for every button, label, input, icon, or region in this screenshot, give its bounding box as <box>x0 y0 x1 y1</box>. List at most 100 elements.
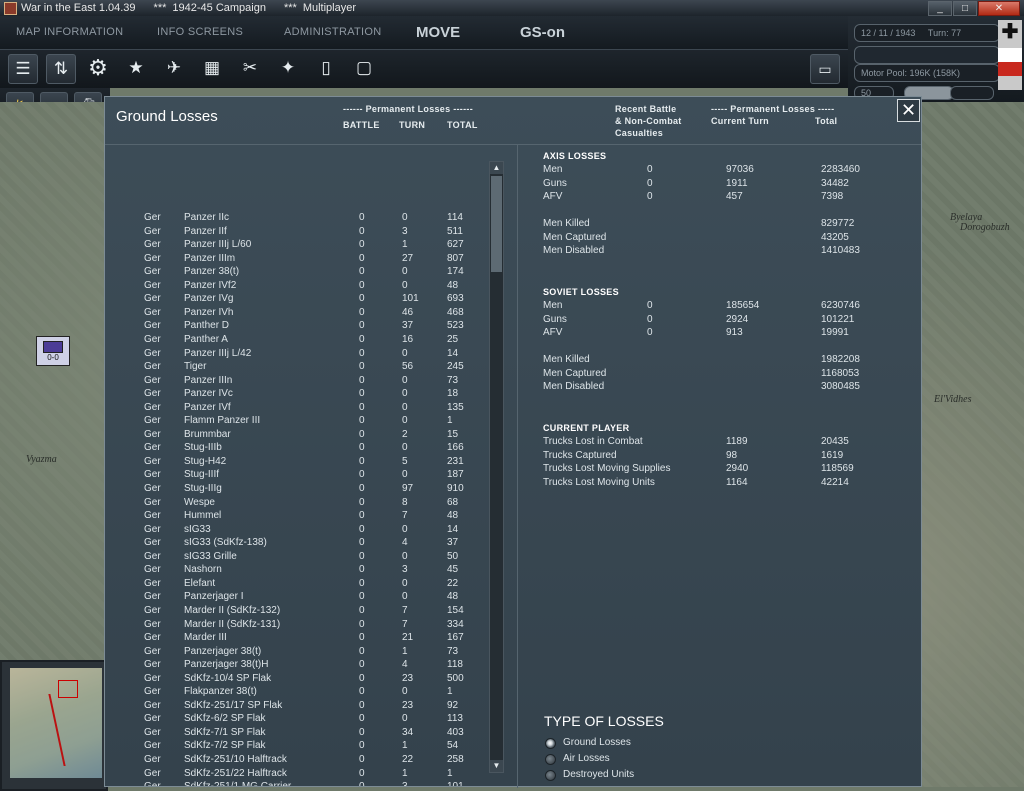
table-row[interactable]: Ger SdKfz-10/4 SP Flak 0 23 500 <box>105 673 517 687</box>
turn-loss-cell: 0 <box>402 212 408 223</box>
table-row[interactable]: Ger sIG33 Grille 0 0 50 <box>105 551 517 565</box>
table-row[interactable]: Ger SdKfz-251/1 MG Carrier 0 3 101 <box>105 781 517 786</box>
table-row[interactable]: Ger Stug-H42 0 5 231 <box>105 456 517 470</box>
menu-map-information[interactable]: MAP INFORMATION <box>16 26 123 38</box>
table-row[interactable]: Ger Panzer IVf2 0 0 48 <box>105 280 517 294</box>
scroll-down-icon[interactable]: ▼ <box>490 760 503 772</box>
minimize-button[interactable]: _ <box>928 1 952 16</box>
table-row[interactable]: Ger sIG33 (SdKfz-138) 0 4 37 <box>105 537 517 551</box>
window-title-bar: War in the East 1.04.39 *** 1942-45 Camp… <box>0 0 1024 16</box>
recent-battle-header: Recent Battle <box>615 104 677 114</box>
nationality-cell: Ger <box>144 252 161 264</box>
grid-map-icon[interactable]: ▦ <box>198 54 226 82</box>
list-scrollbar[interactable]: ▲ ▼ <box>489 161 504 773</box>
turn-loss-cell: 37 <box>402 320 414 332</box>
close-window-button[interactable]: ✕ <box>978 1 1020 16</box>
table-row[interactable]: Ger Marder II (SdKfz-132) 0 7 154 <box>105 605 517 619</box>
table-row[interactable]: Ger Wespe 0 8 68 <box>105 497 517 511</box>
table-row[interactable]: Ger Panzerjager 38(t)H 0 4 118 <box>105 659 517 673</box>
table-row[interactable]: Ger Flakpanzer 38(t) 0 0 1 <box>105 686 517 700</box>
table-row[interactable]: Ger Panzer IVg 0 101 693 <box>105 293 517 307</box>
mini-map[interactable] <box>0 660 108 791</box>
turn-loss-cell: 0 <box>402 279 408 291</box>
table-row[interactable]: Ger Tiger 0 56 245 <box>105 361 517 375</box>
turn-loss-cell: 34 <box>402 726 414 738</box>
fuel-icon[interactable]: ▯ <box>312 54 340 82</box>
menu-administration[interactable]: ADMINISTRATION <box>284 26 382 38</box>
table-row[interactable]: Ger Brummbar 0 2 15 <box>105 429 517 443</box>
table-row[interactable]: Ger Panther A 0 16 25 <box>105 334 517 348</box>
recent-value: 0 <box>647 177 653 189</box>
scroll-up-icon[interactable]: ▲ <box>490 162 503 174</box>
summary-row: AFV 0 457 7398 <box>543 191 903 205</box>
table-row[interactable]: Ger Elefant 0 0 22 <box>105 578 517 592</box>
table-row[interactable]: Ger Stug-IIIf 0 0 187 <box>105 469 517 483</box>
menu-move[interactable]: MOVE <box>416 24 460 41</box>
table-row[interactable]: Ger Marder III 0 21 167 <box>105 632 517 646</box>
menu-info-screens[interactable]: INFO SCREENS <box>157 26 243 38</box>
summary-row: Trucks Lost Moving Supplies 2940 118569 <box>543 463 903 477</box>
battle-loss-cell: 0 <box>359 699 365 711</box>
radio-dot-icon[interactable] <box>545 754 556 765</box>
equipment-name-cell: Stug-H42 <box>184 455 227 467</box>
list-icon[interactable]: ☰ <box>8 54 38 84</box>
table-row[interactable]: Ger SdKfz-7/1 SP Flak 0 34 403 <box>105 727 517 741</box>
table-row[interactable]: Ger Panzer IVh 0 46 468 <box>105 307 517 321</box>
table-row[interactable]: Ger Panzerjager 38(t) 0 1 73 <box>105 646 517 660</box>
table-row[interactable]: Ger Panzer IIc 0 0 114 <box>105 212 517 226</box>
table-row[interactable]: Ger Hummel 0 7 48 <box>105 510 517 524</box>
table-row[interactable]: Ger Panzer IIIn 0 0 73 <box>105 375 517 389</box>
star-icon[interactable]: ★ <box>122 54 150 82</box>
table-row[interactable]: Ger Panzer IIIj L/60 0 1 627 <box>105 239 517 253</box>
maximize-button[interactable]: □ <box>953 1 977 16</box>
table-row[interactable]: Ger Panther D 0 37 523 <box>105 320 517 334</box>
menu-gs-on[interactable]: GS-on <box>520 24 565 41</box>
option-button[interactable] <box>950 86 994 100</box>
artillery-icon[interactable]: ✦ <box>274 54 302 82</box>
table-row[interactable]: Ger SdKfz-6/2 SP Flak 0 0 113 <box>105 713 517 727</box>
battle-loss-cell: 0 <box>359 632 365 644</box>
nationality-cell: Ger <box>144 632 161 644</box>
table-row[interactable]: Ger SdKfz-251/10 Halftrack 0 22 258 <box>105 754 517 768</box>
sliders-icon[interactable]: ⇅ <box>46 54 76 84</box>
table-row[interactable]: Ger Flamm Panzer III 0 0 1 <box>105 415 517 429</box>
current-turn-value: 2940 <box>726 463 749 475</box>
battle-loss-cell: 0 <box>359 781 365 786</box>
scroll-thumb[interactable] <box>491 176 502 272</box>
table-row[interactable]: Ger Panzer IIIj L/42 0 0 14 <box>105 348 517 362</box>
table-row[interactable]: Ger Panzer 38(t) 0 0 174 <box>105 266 517 280</box>
screen-icon[interactable]: ▭ <box>810 54 840 84</box>
table-row[interactable]: Ger SdKfz-7/2 SP Flak 0 1 54 <box>105 740 517 754</box>
aircraft-icon[interactable]: ✈ <box>160 54 188 82</box>
radio-dot-icon[interactable] <box>545 738 556 749</box>
battle-loss-cell: 0 <box>359 293 365 305</box>
gear-icon[interactable]: ⚙ <box>84 54 112 82</box>
document-icon[interactable]: ▢ <box>350 54 378 82</box>
table-row[interactable]: Ger Nashorn 0 3 45 <box>105 564 517 578</box>
total-loss-cell: 231 <box>447 455 464 467</box>
equipment-name-cell: Panzer IIc <box>184 212 230 223</box>
table-row[interactable]: Ger Panzer IIIm 0 27 807 <box>105 253 517 267</box>
unit-counter[interactable]: 0-0 <box>36 336 70 366</box>
table-row[interactable]: Ger Marder II (SdKfz-131) 0 7 334 <box>105 619 517 633</box>
table-row[interactable]: Ger SdKfz-251/17 SP Flak 0 23 92 <box>105 700 517 714</box>
turn-loss-cell: 5 <box>402 455 408 467</box>
battle-loss-cell: 0 <box>359 496 365 508</box>
table-row[interactable]: Ger Panzer IIf 0 3 511 <box>105 226 517 240</box>
equipment-name-cell: Panzer IVg <box>184 293 234 305</box>
battle-loss-cell: 0 <box>359 388 365 400</box>
table-row[interactable]: Ger Panzer IVf 0 0 135 <box>105 402 517 416</box>
nationality-cell: Ger <box>144 659 161 671</box>
table-row[interactable]: Ger SdKfz-251/22 Halftrack 0 1 1 <box>105 768 517 782</box>
crossed-weapons-icon[interactable]: ✂ <box>236 54 264 82</box>
table-row[interactable]: Ger Stug-IIIg 0 97 910 <box>105 483 517 497</box>
table-row[interactable]: Ger Panzerjager I 0 0 48 <box>105 591 517 605</box>
equipment-name-cell: Panzer IIIm <box>184 252 236 264</box>
total-loss-cell: 101 <box>447 781 464 786</box>
table-row[interactable]: Ger Stug-IIIb 0 0 166 <box>105 442 517 456</box>
table-row[interactable]: Ger Panzer IVc 0 0 18 <box>105 388 517 402</box>
turn-loss-cell: 0 <box>402 266 408 278</box>
close-dialog-button[interactable]: ✕ <box>897 99 920 122</box>
table-row[interactable]: Ger sIG33 0 0 14 <box>105 524 517 538</box>
radio-dot-icon[interactable] <box>545 770 556 781</box>
